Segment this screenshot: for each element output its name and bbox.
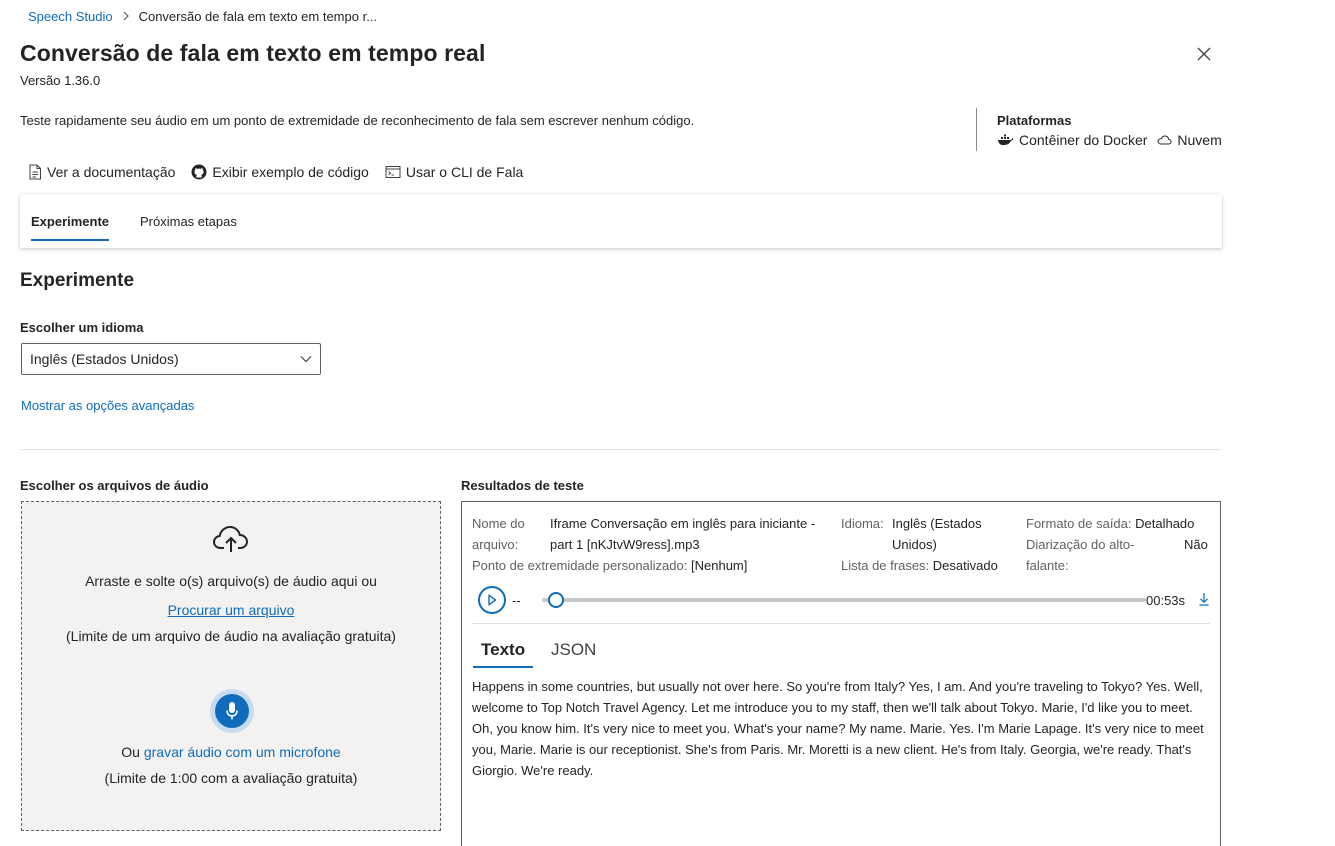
page-title: Conversão de fala em texto em tempo real — [20, 40, 486, 66]
section-divider — [21, 449, 1221, 450]
language-label: Escolher um idioma — [20, 320, 144, 335]
platforms-panel: Plataformas Contêiner do Docker Nuvem — [976, 108, 1222, 151]
language-dropdown[interactable]: Inglês (Estados Unidos) — [21, 343, 321, 375]
view-code-sample-link[interactable]: Exibir exemplo de código — [191, 164, 369, 180]
custom-endpoint-value: [Nenhum] — [691, 558, 748, 573]
docker-icon — [998, 134, 1014, 146]
transcript-text: Happens in some countries, but usually n… — [472, 679, 1204, 778]
results-language-value: Inglês (Estados Unidos) — [892, 516, 982, 552]
chevron-right-icon — [121, 10, 131, 24]
record-limit-text: (Limite de 1:00 com a avaliação gratuita… — [104, 770, 358, 786]
audio-dropzone[interactable]: Arraste e solte o(s) arquivo(s) de áudio… — [21, 501, 441, 831]
drag-drop-text: Arraste e solte o(s) arquivo(s) de áudio… — [85, 573, 377, 589]
test-results-label: Resultados de teste — [461, 478, 584, 493]
phrase-list-label: Lista de frases: — [841, 558, 930, 573]
file-name-value: Iframe Conversação em inglês para inicia… — [550, 516, 816, 552]
audio-progress-thumb[interactable] — [548, 592, 564, 608]
player-duration: 00:53s — [1146, 592, 1186, 608]
tab-texto[interactable]: Texto — [472, 632, 534, 668]
test-results-panel: Nome do arquivo: Iframe Conversação em i… — [461, 501, 1221, 846]
phrase-list-value: Desativado — [932, 558, 998, 573]
version-label: Versão 1.36.0 — [20, 73, 101, 88]
output-format-label: Formato de saída: — [1026, 516, 1132, 531]
document-icon — [29, 164, 41, 180]
tab-experimente[interactable]: Experimente — [31, 194, 110, 248]
record-microphone-button[interactable] — [210, 689, 254, 733]
close-icon — [1197, 47, 1211, 61]
audio-player: -- 00:53s — [478, 586, 1212, 614]
output-format-value: Detalhado — [1135, 516, 1195, 531]
diarization-label: Diarização do alto- falante: — [1026, 537, 1135, 573]
platform-docker: Contêiner do Docker — [997, 132, 1147, 148]
view-docs-link[interactable]: Ver a documentação — [28, 164, 175, 180]
file-limit-text: (Limite de um arquivo de áudio na avalia… — [66, 628, 396, 644]
view-docs-label: Ver a documentação — [47, 164, 176, 180]
play-button[interactable] — [478, 586, 506, 614]
results-divider — [472, 623, 1210, 624]
platform-cloud: Nuvem — [1157, 132, 1222, 148]
download-button[interactable] — [1198, 592, 1210, 609]
record-microphone-link[interactable]: gravar áudio com um microfone — [144, 744, 341, 760]
browse-file-link[interactable]: Procurar um arquivo — [168, 602, 295, 618]
language-dropdown-value: Inglês (Estados Unidos) — [30, 351, 179, 367]
use-speech-cli-label: Usar o CLI de Fala — [405, 164, 524, 180]
section-title: Experimente — [20, 270, 135, 291]
tab-json[interactable]: JSON — [551, 632, 596, 668]
play-icon — [488, 594, 497, 606]
audio-progress-track[interactable] — [542, 598, 1146, 602]
github-icon — [191, 164, 207, 180]
breadcrumb-speech-studio-link[interactable]: Speech Studio — [28, 9, 113, 24]
breadcrumb-current: Conversão de fala em texto em tempo r... — [138, 9, 378, 24]
close-button[interactable] — [1192, 42, 1216, 66]
download-icon — [1199, 593, 1209, 606]
player-current-time: -- — [512, 592, 521, 608]
breadcrumb: Speech Studio Conversão de fala em texto… — [28, 9, 377, 24]
show-advanced-options-link[interactable]: Mostrar as opções avançadas — [21, 398, 194, 413]
record-prefix: Ou — [121, 744, 144, 760]
results-language-label: Idioma: — [841, 516, 884, 531]
platforms-title: Plataformas — [997, 113, 1072, 128]
resource-links: Ver a documentação Exibir exemplo de cód… — [28, 164, 523, 180]
custom-endpoint-label: Ponto de extremidade personalizado: — [472, 558, 688, 573]
chevron-down-icon — [300, 356, 312, 363]
use-speech-cli-link[interactable]: Usar o CLI de Fala — [385, 164, 524, 180]
audio-files-label: Escolher os arquivos de áudio — [20, 478, 209, 493]
terminal-icon — [385, 166, 401, 178]
tabs-card: Experimente Próximas etapas — [20, 194, 1222, 248]
platform-docker-label: Contêiner do Docker — [1019, 132, 1148, 148]
platform-cloud-label: Nuvem — [1177, 132, 1222, 148]
tab-proximas-etapas[interactable]: Próximas etapas — [140, 194, 237, 248]
cloud-icon — [1157, 135, 1172, 145]
file-name-label: Nome do arquivo: — [472, 516, 525, 552]
view-code-sample-label: Exibir exemplo de código — [212, 164, 369, 180]
cloud-upload-icon — [212, 525, 249, 552]
page-description: Teste rapidamente seu áudio em um ponto … — [20, 113, 695, 128]
microphone-icon — [226, 702, 238, 720]
diarization-value: Não — [1184, 537, 1208, 552]
